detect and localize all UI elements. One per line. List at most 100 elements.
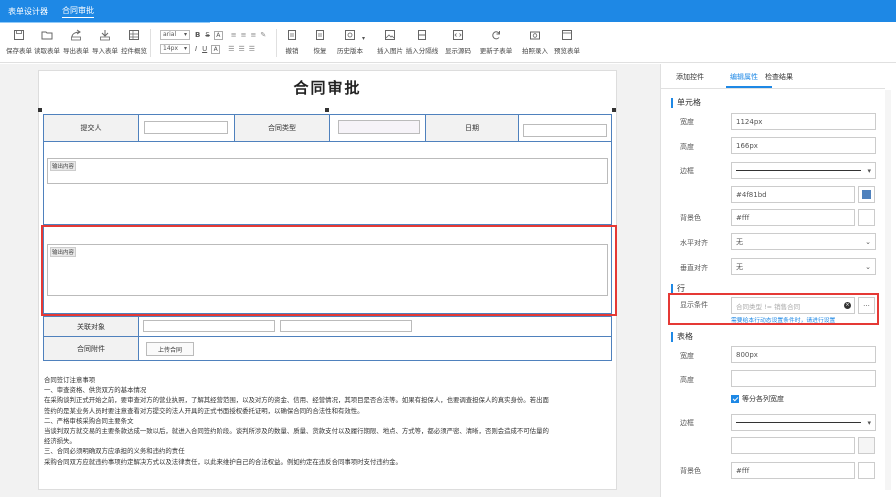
resize-handle[interactable] [38, 108, 42, 112]
cell-border-label: 边框 [680, 167, 694, 175]
italic-button[interactable]: I [195, 45, 197, 53]
table-border-style-select[interactable]: ▾ [731, 414, 876, 431]
date-cell [518, 114, 612, 142]
table-width-input[interactable]: 800px [731, 346, 876, 363]
tab-edit-properties[interactable]: 编辑属性 [730, 72, 758, 82]
related-object-cell [138, 316, 612, 337]
textarea-row-1: 输出内容 [43, 141, 612, 225]
checkbox-checked-icon [731, 395, 739, 403]
condition-highlight [668, 293, 879, 325]
content-textarea-1[interactable]: 输出内容 [47, 158, 608, 184]
update-subform-button[interactable]: 更新子表单 [476, 29, 516, 55]
cell-border-style-select[interactable]: ▾ [731, 162, 876, 179]
upload-contract-button[interactable]: 上传合同 [146, 342, 194, 356]
contract-type-select[interactable] [338, 120, 420, 134]
tab-add-control[interactable]: 添加控件 [676, 72, 704, 82]
save-icon [14, 30, 24, 40]
contract-type-cell [329, 114, 426, 142]
export-icon [71, 29, 81, 41]
notes-line: 一、审查资格、供货双方的基本情况 [44, 386, 147, 395]
image-icon [385, 30, 395, 40]
font-family-select[interactable]: arial ▾ [160, 30, 190, 40]
table-height-label: 高度 [680, 376, 694, 384]
border-color-swatch[interactable] [858, 186, 875, 203]
tab-check-results[interactable]: 检查结果 [765, 72, 793, 82]
halign-label: 水平对齐 [680, 239, 708, 247]
grid-icon [129, 30, 139, 40]
related-object-label-cell: 关联对象 [43, 316, 139, 337]
indent-icon[interactable]: ☰ [228, 45, 234, 53]
table-width-label: 宽度 [680, 352, 694, 360]
panel-tab-divider [661, 88, 885, 89]
history-version-button[interactable]: 历史版本 [330, 29, 370, 55]
table-section-title: 表格 [671, 332, 693, 342]
font-format-row-1: arial ▾ B S A ≡ ≡ ≡ ✎ [160, 30, 266, 40]
align-right-icon[interactable]: ≡ [251, 31, 257, 39]
notes-line: 二、严格审核采购合同主要条文 [44, 416, 134, 425]
show-source-button[interactable]: 显示源码 [438, 29, 478, 55]
chevron-down-icon: ⌄ [865, 237, 871, 246]
chevron-down-icon: ▾ [867, 418, 871, 427]
resize-handle[interactable] [612, 108, 616, 112]
form-designer-app: 表单设计器 合同审批 保存表单 读取表单 导出表单 导入表单 控件概览 aria… [0, 0, 896, 497]
table-height-input[interactable] [731, 370, 876, 387]
font-color-button[interactable]: A [213, 30, 223, 40]
table-bg-swatch[interactable] [858, 462, 875, 479]
selected-row-highlight [41, 225, 617, 316]
valign-select[interactable]: 无 ⌄ [731, 258, 876, 275]
contract-type-label-cell: 合同类型 [234, 114, 330, 142]
chevron-down-icon[interactable]: ▾ [362, 35, 365, 42]
table-bg-label: 背景色 [680, 467, 701, 475]
chevron-down-icon: ▾ [867, 166, 871, 175]
halign-select[interactable]: 无 ⌄ [731, 233, 876, 250]
notes-line: 采购合同双方应就违约事项约定解决方式以及法律责任，以此来维护自己的合法权益。例如… [44, 457, 402, 466]
top-bar: 表单设计器 合同审批 [0, 0, 896, 23]
list-icon[interactable]: ☰ [249, 45, 255, 53]
redo-icon [316, 30, 324, 40]
cell-width-input[interactable]: 1124px [731, 113, 876, 130]
table-bg-input[interactable]: #fff [731, 462, 855, 479]
cell-border-color-input[interactable]: #4f81bd [731, 186, 855, 203]
font-size-select[interactable]: 14px ▾ [160, 44, 190, 54]
border-line-preview [736, 170, 862, 171]
history-icon [345, 30, 355, 40]
form-title[interactable]: 合同审批 [38, 77, 617, 98]
preview-icon [562, 30, 572, 40]
underline-button[interactable]: U [202, 45, 207, 53]
submitter-input[interactable] [144, 121, 228, 134]
chevron-down-icon: ▾ [183, 45, 187, 52]
control-overview-button[interactable]: 控件概览 [114, 29, 154, 55]
valign-label: 垂直对齐 [680, 264, 708, 272]
align-center-icon[interactable]: ≡ [241, 31, 247, 39]
table-border-color-input[interactable] [731, 437, 855, 454]
brush-icon[interactable]: ✎ [260, 31, 266, 39]
related-object-input[interactable] [143, 320, 275, 332]
chevron-down-icon: ⌄ [865, 262, 871, 271]
notes-line: 合同签订注意事项 [44, 376, 96, 384]
equal-columns-checkbox[interactable]: 等分各列宽度 [731, 394, 784, 404]
notes-line: 当谈判双方就交易的主要条款达成一致以后，就进入合同签约阶段。谈判所涉及的数量、质… [44, 427, 549, 436]
cell-height-label: 高度 [680, 143, 694, 151]
cell-bg-input[interactable]: #fff [731, 209, 855, 226]
tab-form-designer[interactable]: 表单设计器 [8, 6, 48, 17]
resize-handle[interactable] [325, 108, 329, 112]
date-input[interactable] [523, 124, 607, 137]
insert-divider-button[interactable]: 插入分隔线 [402, 29, 442, 55]
panel-scrollbar[interactable] [885, 90, 891, 490]
bg-color-button[interactable]: A [211, 44, 221, 54]
cell-height-input[interactable]: 166px [731, 137, 876, 154]
notes-line: 三、合同必须明确双方应承担的义务和违约的责任 [44, 447, 185, 456]
align-left-icon[interactable]: ≡ [231, 31, 237, 39]
table-border-color-swatch[interactable] [858, 437, 875, 454]
bg-color-swatch[interactable] [858, 209, 875, 226]
tab-contract-approval[interactable]: 合同审批 [62, 5, 94, 18]
color-swatch-fill [862, 190, 871, 199]
bold-button[interactable]: B [195, 31, 200, 39]
preview-form-button[interactable]: 预览表单 [547, 29, 587, 55]
chevron-down-icon: ▾ [183, 31, 187, 38]
outdent-icon[interactable]: ☰ [238, 45, 244, 53]
strike-button[interactable]: S [205, 31, 209, 39]
code-icon [453, 30, 463, 40]
table-border-label: 边框 [680, 419, 694, 427]
related-object-input-2[interactable] [280, 320, 412, 332]
